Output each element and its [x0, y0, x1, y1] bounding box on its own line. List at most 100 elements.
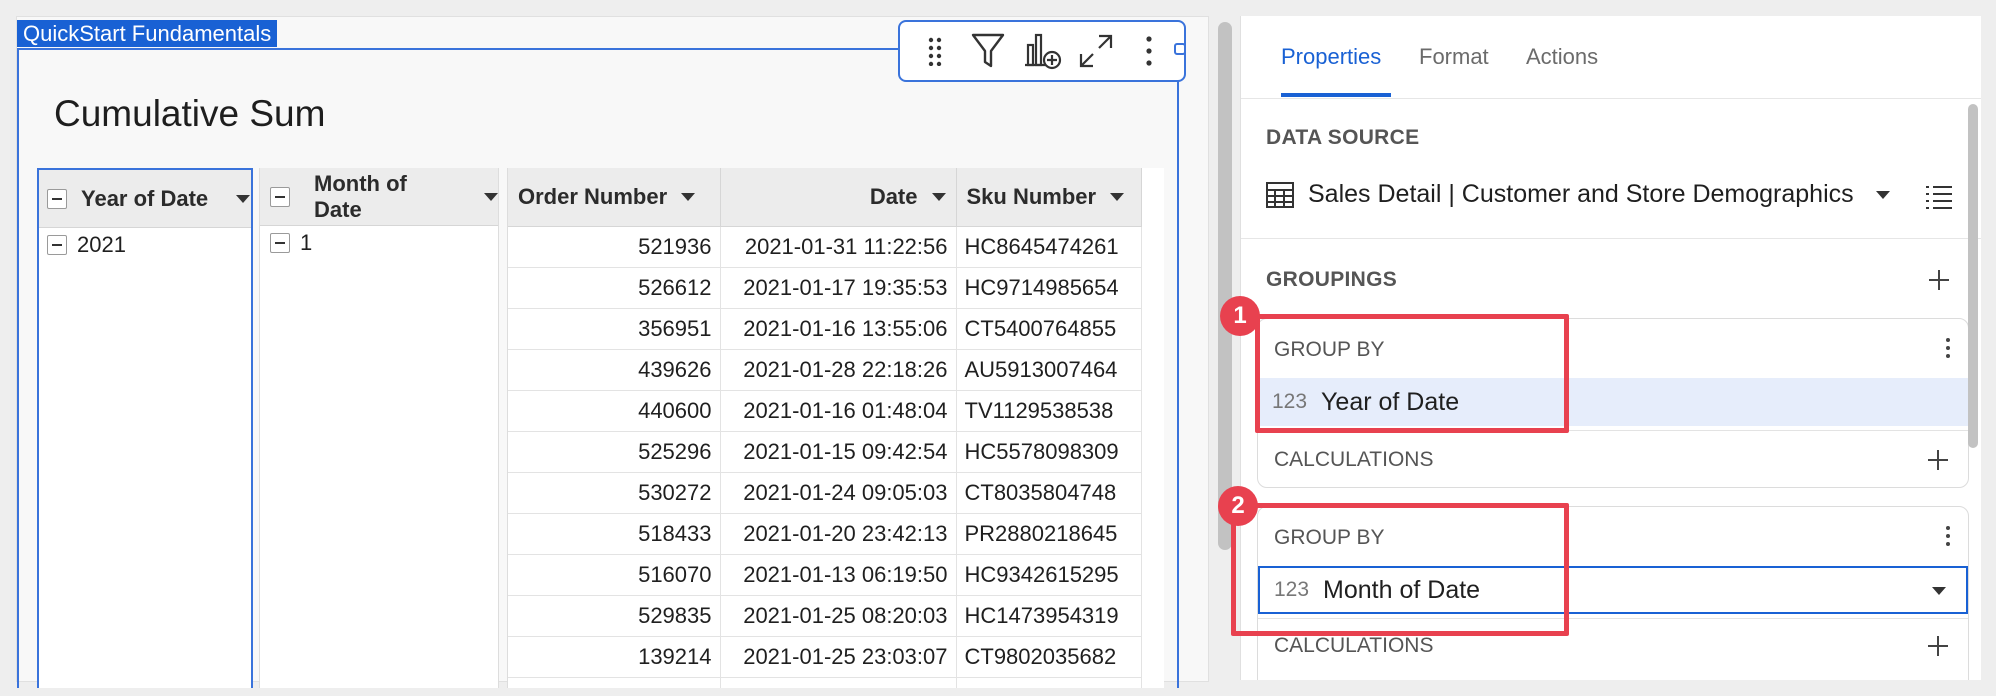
order-number-cell[interactable]: 525296: [508, 431, 721, 473]
table-row[interactable]: 439626 2021-01-28 22:18:26 AU5913007464: [508, 349, 1142, 391]
add-calculation-icon[interactable]: [1928, 450, 1948, 470]
order-number-cell[interactable]: 529835: [508, 595, 721, 637]
date-cell[interactable]: 2021-01-16 13:55:06: [720, 308, 957, 350]
date-cell[interactable]: 2021-01-28 22:18:26: [720, 349, 957, 391]
table-row[interactable]: 525296 2021-01-15 09:42:54 HC5578098309: [508, 431, 1142, 473]
sku-number-cell[interactable]: TV1129538538: [956, 390, 1142, 432]
table-row[interactable]: 440600 2021-01-16 01:48:04 TV1129538538: [508, 390, 1142, 432]
panel-scrollbar-thumb[interactable]: [1968, 104, 1978, 448]
column-header-sku-number[interactable]: Sku Number: [956, 168, 1142, 227]
year-value-label: 2021: [77, 232, 126, 257]
sku-number-cell[interactable]: CA7737037463: [956, 677, 1142, 688]
order-number-cell[interactable]: 518433: [508, 513, 721, 555]
tab-actions[interactable]: Actions: [1526, 44, 1598, 70]
table-row[interactable]: 521936 2021-01-31 11:22:56 HC8645474261: [508, 226, 1142, 268]
order-number-cell[interactable]: 521936: [508, 226, 721, 268]
date-cell[interactable]: 2021-01-31 11:22:56: [720, 226, 957, 268]
sku-number-cell[interactable]: HC5578098309: [956, 431, 1142, 473]
sku-number-cell[interactable]: HC8645474261: [956, 226, 1142, 268]
table-row[interactable]: 530272 2021-01-24 09:05:03 CT8035804748: [508, 472, 1142, 514]
year-group-value: 2021: [39, 228, 251, 262]
month-header-label: Month of Date: [314, 170, 407, 222]
collapse-icon[interactable]: [47, 235, 67, 255]
filter-icon[interactable]: [966, 29, 1010, 73]
collapse-icon[interactable]: [270, 233, 290, 253]
table-row[interactable]: 529835 2021-01-25 08:20:03 HC1473954319: [508, 595, 1142, 637]
month-group-value: 1: [260, 226, 498, 260]
data-source-selector[interactable]: Sales Detail | Customer and Store Demogr…: [1266, 180, 1890, 209]
date-cell[interactable]: 2021-01-21 05:30:38: [720, 677, 957, 688]
calculations-label: CALCULATIONS: [1274, 634, 1434, 657]
page-title: Cumulative Sum: [54, 93, 326, 134]
active-tab-indicator: [1281, 93, 1391, 97]
chevron-down-icon[interactable]: [1932, 587, 1946, 595]
sku-number-cell[interactable]: HC1473954319: [956, 595, 1142, 637]
collapse-icon[interactable]: [270, 186, 290, 207]
order-number-cell[interactable]: 530272: [508, 472, 721, 514]
order-number-cell[interactable]: 337551: [508, 677, 721, 688]
date-cell[interactable]: 2021-01-25 23:03:07: [720, 636, 957, 678]
order-number-cell[interactable]: 516070: [508, 554, 721, 596]
canvas-scrollbar[interactable]: [1218, 22, 1232, 680]
order-number-cell[interactable]: 139214: [508, 636, 721, 678]
date-cell[interactable]: 2021-01-25 08:20:03: [720, 595, 957, 637]
chevron-down-icon[interactable]: [931, 192, 946, 201]
add-chart-icon[interactable]: [1020, 29, 1064, 73]
sku-number-cell[interactable]: CT5400764855: [956, 308, 1142, 350]
table-icon: [1266, 181, 1294, 208]
date-cell[interactable]: 2021-01-15 09:42:54: [720, 431, 957, 473]
order-number-cell[interactable]: 356951: [508, 308, 721, 350]
year-column-header[interactable]: Year of Date: [39, 170, 251, 228]
chevron-down-icon[interactable]: [1875, 190, 1890, 199]
panel-tabs: Properties Format Actions: [1241, 16, 1981, 99]
month-column-header[interactable]: Month of Date: [260, 168, 498, 226]
canvas-scrollbar-thumb[interactable]: [1218, 22, 1232, 550]
chevron-down-icon[interactable]: [484, 192, 498, 201]
table-row[interactable]: 356951 2021-01-16 13:55:06 CT5400764855: [508, 308, 1142, 350]
resize-handle[interactable]: [1174, 43, 1186, 55]
date-cell[interactable]: 2021-01-24 09:05:03: [720, 472, 957, 514]
date-cell[interactable]: 2021-01-20 23:42:13: [720, 513, 957, 555]
chevron-down-icon[interactable]: [681, 192, 696, 201]
year-header-label: Year of Date: [81, 185, 209, 211]
more-vertical-icon[interactable]: [1945, 523, 1951, 549]
sku-number-cell[interactable]: HC9714985654: [956, 267, 1142, 309]
tab-properties[interactable]: Properties: [1281, 44, 1381, 70]
callout-badge-1: 1: [1220, 296, 1260, 336]
pivot-column-year[interactable]: Year of Date 2021: [37, 168, 253, 688]
sku-number-cell[interactable]: CT9802035682: [956, 636, 1142, 678]
add-calculation-icon[interactable]: [1928, 636, 1948, 656]
table-row[interactable]: 516070 2021-01-13 06:19:50 HC9342615295: [508, 554, 1142, 596]
column-header-order-number[interactable]: Order Number: [508, 168, 721, 227]
date-cell[interactable]: 2021-01-16 01:48:04: [720, 390, 957, 432]
order-number-cell[interactable]: 439626: [508, 349, 721, 391]
table-row[interactable]: 3375512021-01-21 05:30:38CA7737037463: [508, 677, 1142, 688]
tab-format[interactable]: Format: [1419, 44, 1489, 70]
table-row[interactable]: 526612 2021-01-17 19:35:53 HC9714985654: [508, 267, 1142, 309]
date-cell[interactable]: 2021-01-13 06:19:50: [720, 554, 957, 596]
drag-handle-icon[interactable]: [913, 29, 957, 73]
table-row[interactable]: 139214 2021-01-25 23:03:07 CT9802035682: [508, 636, 1142, 678]
expand-icon[interactable]: [1074, 29, 1118, 73]
date-cell[interactable]: 2021-01-17 19:35:53: [720, 267, 957, 309]
sku-number-cell[interactable]: CT8035804748: [956, 472, 1142, 514]
divider: [1241, 238, 1981, 239]
sku-number-cell[interactable]: PR2880218645: [956, 513, 1142, 555]
chevron-down-icon[interactable]: [1110, 192, 1125, 201]
more-vertical-icon[interactable]: [1945, 335, 1951, 361]
pivot-column-month[interactable]: Month of Date 1: [259, 168, 499, 688]
table-row[interactable]: 518433 2021-01-20 23:42:13 PR2880218645: [508, 513, 1142, 555]
order-number-cell[interactable]: 526612: [508, 267, 721, 309]
collapse-icon[interactable]: [47, 188, 67, 209]
sku-number-cell[interactable]: HC9342615295: [956, 554, 1142, 596]
element-toolbar: [898, 20, 1186, 82]
add-grouping-icon[interactable]: [1929, 270, 1949, 290]
element-name-tag[interactable]: QuickStart Fundamentals: [17, 20, 278, 47]
more-vertical-icon[interactable]: [1127, 29, 1171, 73]
list-icon[interactable]: [1925, 184, 1953, 210]
sku-number-cell[interactable]: AU5913007464: [956, 349, 1142, 391]
order-number-cell[interactable]: 440600: [508, 390, 721, 432]
chevron-down-icon[interactable]: [236, 194, 251, 203]
column-header-date[interactable]: Date: [720, 168, 957, 227]
workbook-canvas: QuickStart Fundamentals Cumulative Sum Y…: [16, 16, 1209, 688]
